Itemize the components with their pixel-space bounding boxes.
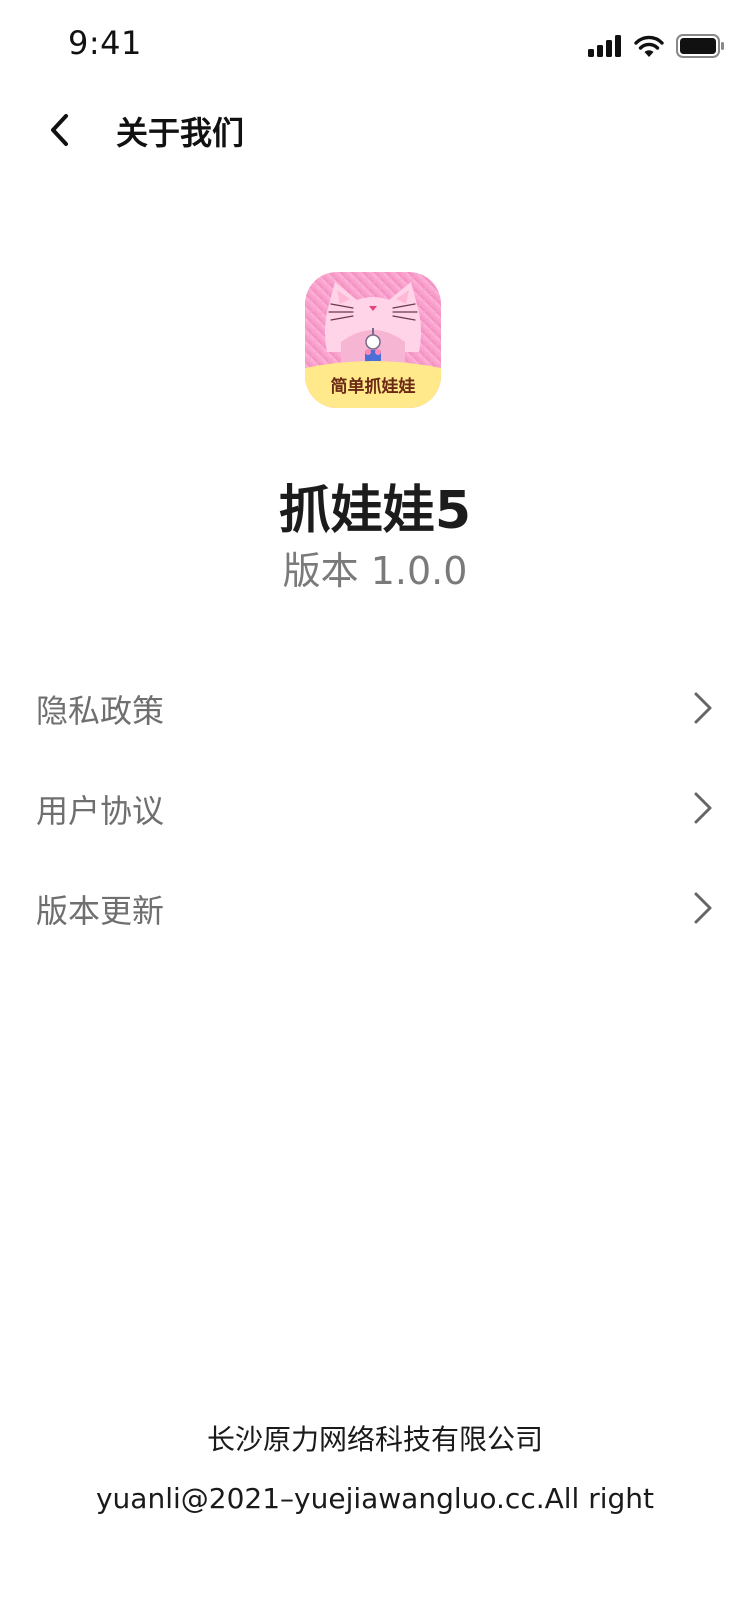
footer-company: 长沙原力网络科技有限公司 bbox=[206, 1423, 543, 1456]
app-icon: 简单抓娃娃 bbox=[305, 272, 441, 408]
page-title: 关于我们 bbox=[116, 114, 245, 152]
menu-item-label: 隐私政策 bbox=[36, 692, 165, 730]
chevron-right-icon bbox=[684, 790, 720, 826]
nav-bar: 关于我们 bbox=[0, 88, 750, 176]
status-icons bbox=[588, 34, 724, 62]
menu-item-label: 用户协议 bbox=[36, 792, 165, 830]
back-button[interactable] bbox=[30, 102, 90, 162]
menu-item-user-agreement[interactable]: 用户协议 bbox=[0, 758, 750, 858]
status-time: 9:41 bbox=[68, 24, 142, 62]
battery-icon bbox=[676, 34, 724, 62]
chevron-right-icon bbox=[684, 890, 720, 926]
footer-copyright: yuanli@2021–yuejiawangluo.cc.All right bbox=[95, 1482, 655, 1515]
chevron-right-icon bbox=[684, 690, 720, 726]
app-version: 版本 1.0.0 bbox=[282, 549, 468, 593]
wifi-icon bbox=[634, 35, 664, 61]
menu-list: 隐私政策 用户协议 版本更新 bbox=[0, 658, 750, 958]
menu-item-privacy-policy[interactable]: 隐私政策 bbox=[0, 658, 750, 758]
app-name: 抓娃娃5 bbox=[278, 481, 472, 541]
app-icon-caption: 简单抓娃娃 bbox=[331, 376, 416, 397]
menu-item-label: 版本更新 bbox=[36, 892, 165, 930]
chevron-left-icon bbox=[46, 112, 74, 152]
cellular-signal-icon bbox=[588, 35, 622, 61]
menu-item-version-update[interactable]: 版本更新 bbox=[0, 858, 750, 958]
status-bar: 9:41 bbox=[0, 0, 750, 88]
